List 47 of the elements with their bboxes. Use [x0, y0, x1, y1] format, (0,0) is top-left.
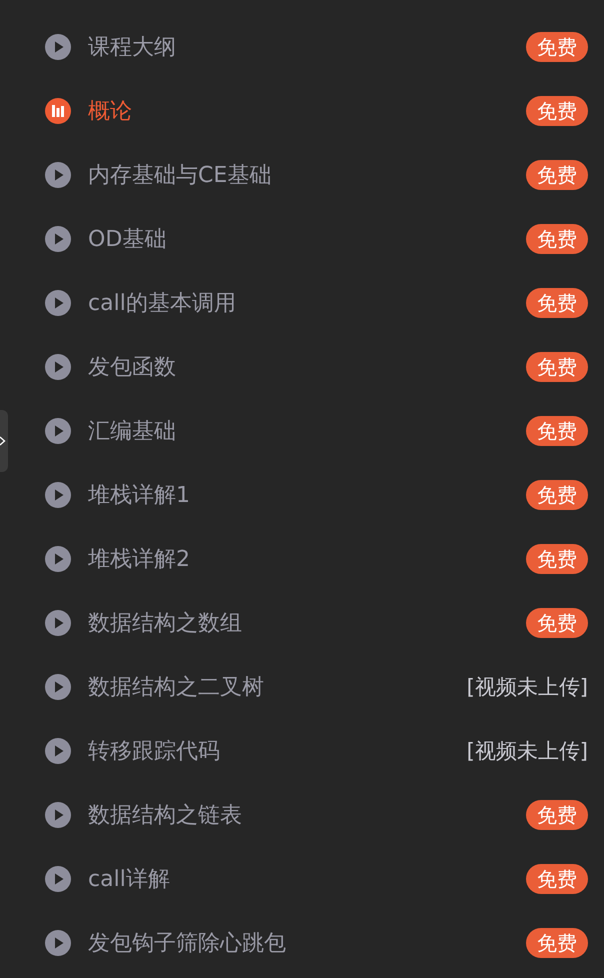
free-badge: 免费	[526, 224, 588, 254]
chevron-right-icon	[0, 436, 6, 446]
play-icon[interactable]	[45, 866, 71, 892]
lesson-title[interactable]: 数据结构之二叉树	[88, 672, 467, 702]
play-icon[interactable]	[45, 738, 71, 764]
play-icon[interactable]	[45, 290, 71, 316]
play-icon[interactable]	[45, 482, 71, 508]
free-badge: 免费	[526, 160, 588, 190]
free-badge: 免费	[526, 800, 588, 830]
lesson-title[interactable]: 概论	[88, 96, 526, 126]
play-icon[interactable]	[45, 34, 71, 60]
play-icon[interactable]	[45, 610, 71, 636]
play-icon[interactable]	[45, 162, 71, 188]
free-badge: 免费	[526, 480, 588, 510]
lesson-title[interactable]: 发包钩子筛除心跳包	[88, 928, 526, 958]
lesson-title[interactable]: OD基础	[88, 224, 526, 254]
lesson-title[interactable]: 数据结构之链表	[88, 800, 526, 830]
upload-status: [视频未上传]	[466, 674, 588, 701]
lesson-title[interactable]: 课程大纲	[88, 32, 526, 62]
free-badge: 免费	[526, 352, 588, 382]
free-badge: 免费	[526, 96, 588, 126]
play-icon[interactable]	[45, 354, 71, 380]
free-badge: 免费	[526, 608, 588, 638]
lesson-title[interactable]: 汇编基础	[88, 416, 526, 446]
play-icon[interactable]	[45, 418, 71, 444]
play-icon[interactable]	[45, 226, 71, 252]
play-icon[interactable]	[45, 930, 71, 956]
play-icon[interactable]	[45, 802, 71, 828]
lesson-title[interactable]: 数据结构之数组	[88, 608, 526, 638]
free-badge: 免费	[526, 416, 588, 446]
lesson-title[interactable]: 发包函数	[88, 352, 526, 382]
lesson-title[interactable]: 转移跟踪代码	[88, 736, 467, 766]
lesson-title[interactable]: call详解	[88, 864, 526, 894]
lesson-title[interactable]: 堆栈详解1	[88, 480, 526, 510]
free-badge: 免费	[526, 288, 588, 318]
free-badge: 免费	[526, 32, 588, 62]
lesson-title[interactable]: 内存基础与CE基础	[88, 160, 526, 190]
free-badge: 免费	[526, 928, 588, 958]
lesson-title[interactable]: 堆栈详解2	[88, 544, 526, 574]
lesson-title[interactable]: call的基本调用	[88, 288, 526, 318]
free-badge: 免费	[526, 544, 588, 574]
play-icon[interactable]	[45, 674, 71, 700]
equalizer-icon[interactable]	[45, 98, 71, 124]
expand-handle[interactable]	[0, 410, 8, 472]
free-badge: 免费	[526, 864, 588, 894]
play-icon[interactable]	[45, 546, 71, 572]
upload-status: [视频未上传]	[466, 738, 588, 765]
